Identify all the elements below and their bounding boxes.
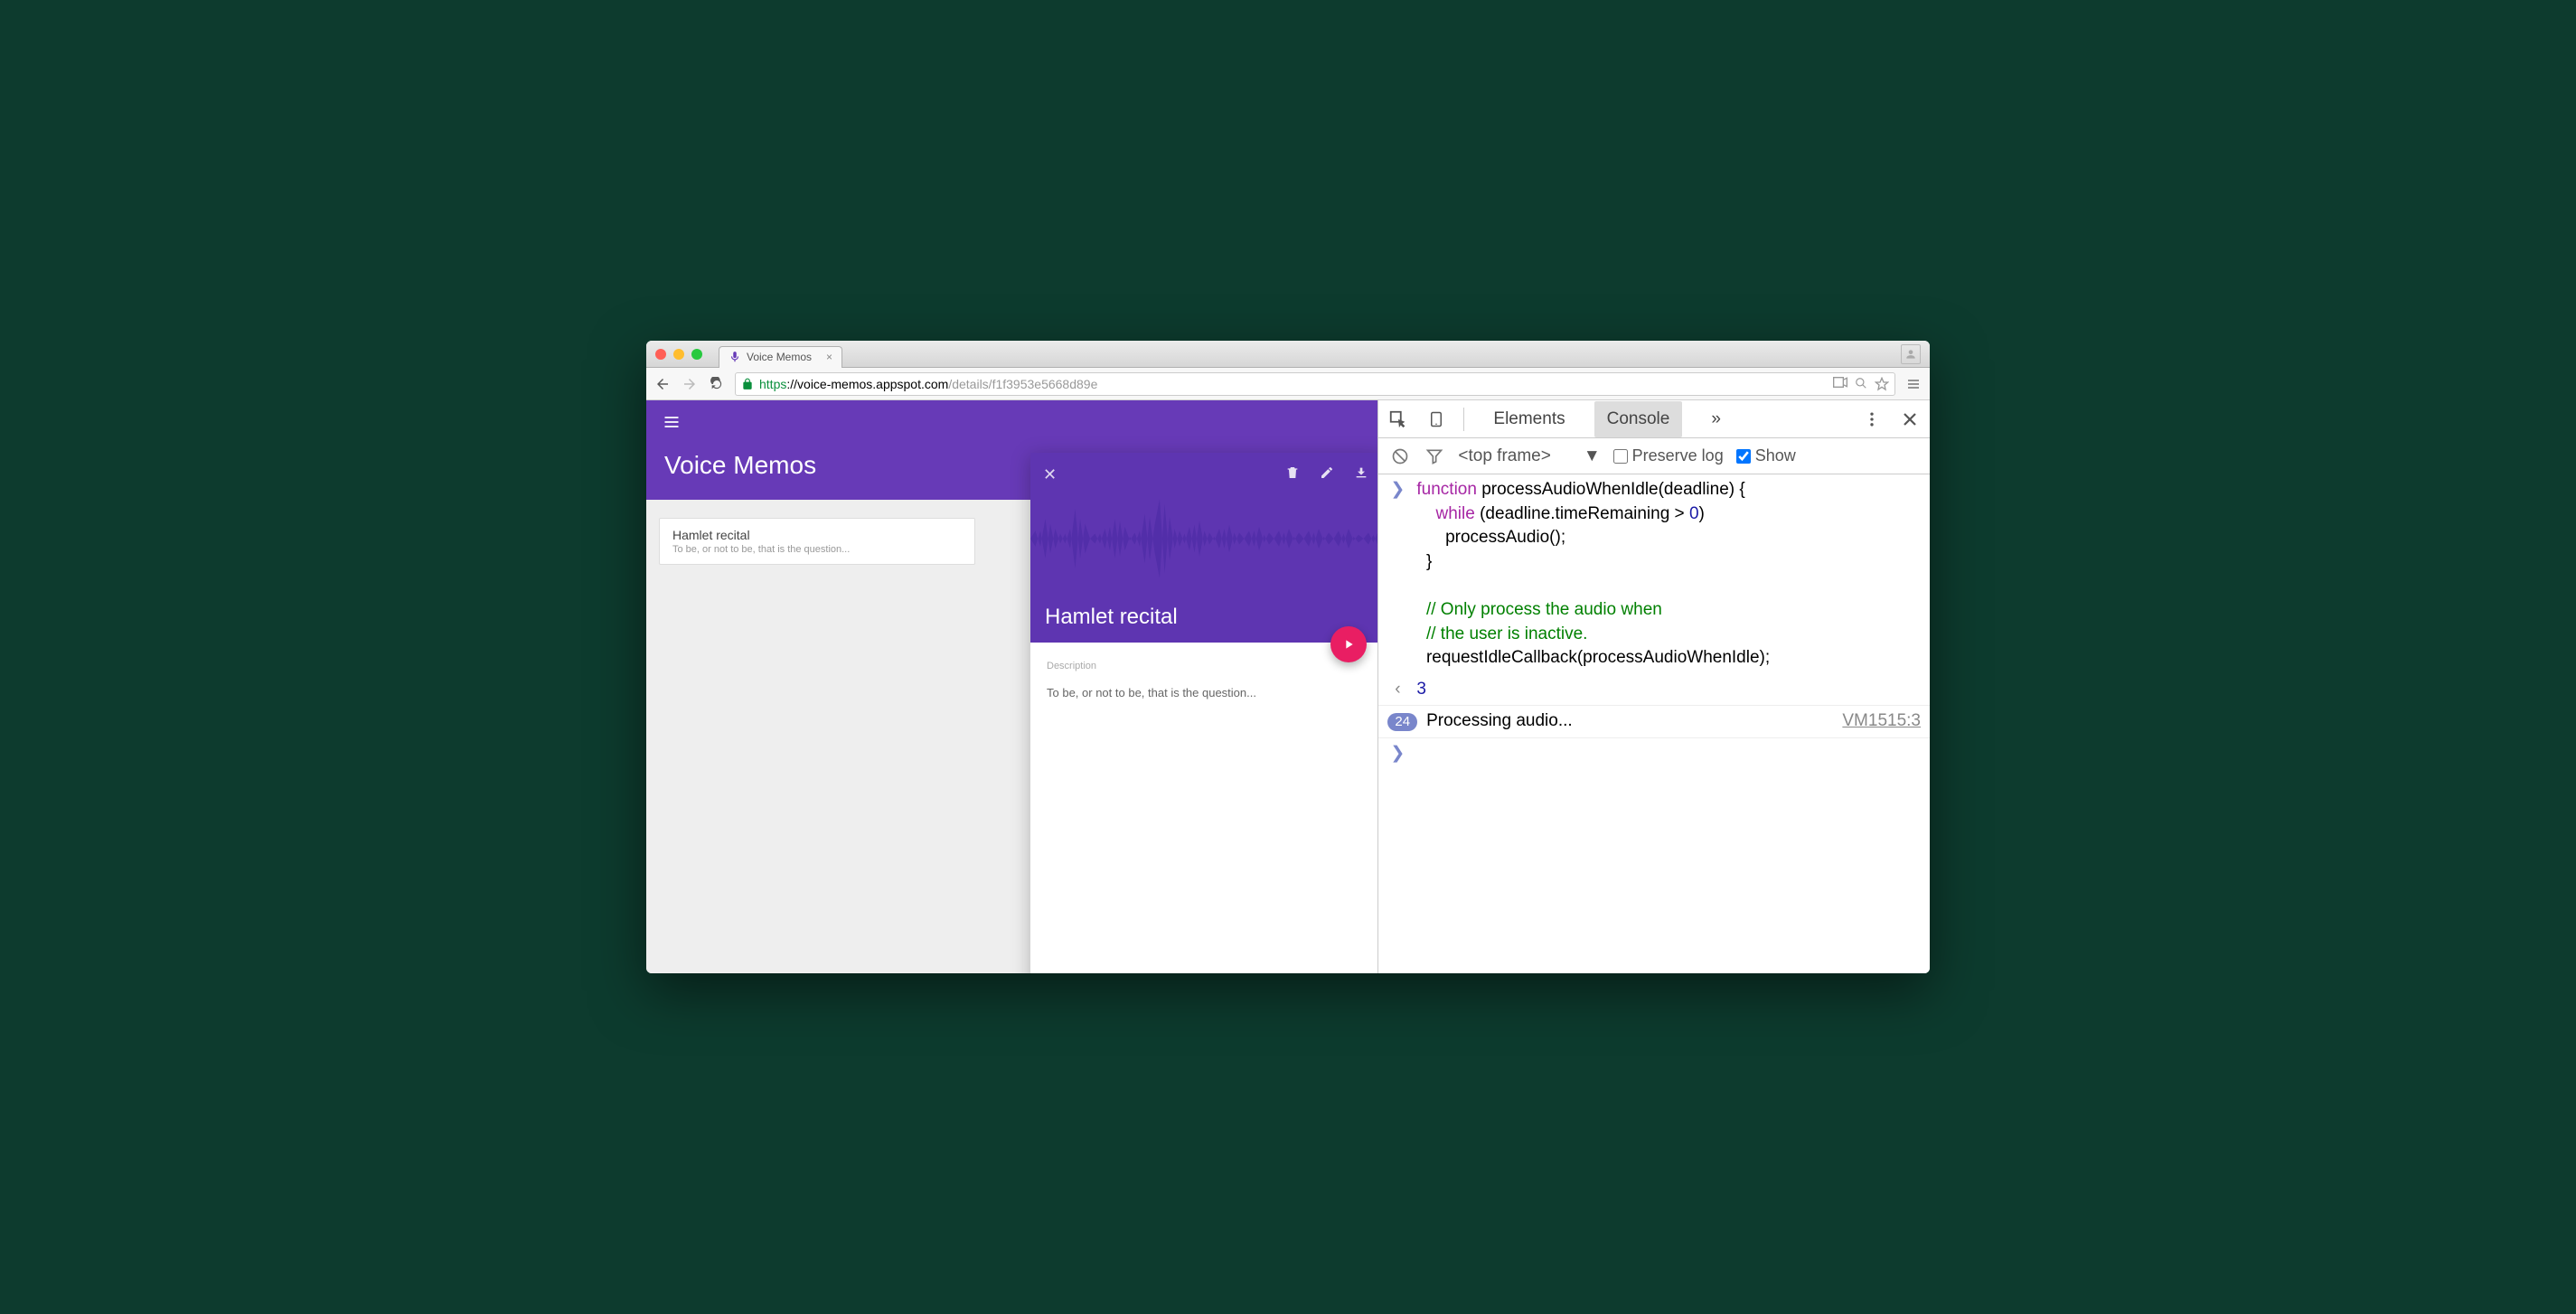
close-icon[interactable]: ✕ — [1043, 465, 1057, 483]
reload-button[interactable] — [708, 375, 726, 393]
devtools-panel: Elements Console » <top frame> ▼ Preserv… — [1377, 400, 1930, 973]
input-prompt-icon: ❯ — [1387, 742, 1407, 766]
menu-button[interactable] — [1904, 375, 1923, 393]
devtools-close-button[interactable] — [1899, 408, 1921, 430]
memo-list-item[interactable]: Hamlet recital To be, or not to be, that… — [659, 518, 975, 565]
tab-more[interactable]: » — [1698, 401, 1734, 437]
app-title: Voice Memos — [664, 451, 816, 480]
play-button[interactable] — [1330, 626, 1367, 662]
close-icon — [1902, 411, 1918, 427]
address-bar[interactable]: https://voice-memos.appspot.com/details/… — [735, 372, 1895, 396]
console-toolbar: <top frame> ▼ Preserve log Show — [1378, 438, 1930, 474]
no-entry-icon — [1391, 447, 1409, 465]
inspect-icon — [1388, 409, 1408, 429]
tab-title: Voice Memos — [747, 351, 812, 363]
play-icon — [1341, 637, 1356, 652]
tab-elements[interactable]: Elements — [1481, 401, 1577, 437]
profile-button[interactable] — [1901, 344, 1921, 364]
console-message: Processing audio... — [1426, 709, 1573, 734]
detail-title: Hamlet recital — [1045, 605, 1178, 630]
forward-button[interactable] — [681, 375, 699, 393]
filter-button[interactable] — [1424, 446, 1445, 467]
memo-detail-panel: ✕ Hamlet recital Descrip — [1030, 453, 1377, 973]
device-icon — [1428, 409, 1444, 429]
memo-list: Hamlet recital To be, or not to be, that… — [659, 518, 975, 565]
favicon-microphone-icon — [729, 351, 741, 363]
message-count-badge: 24 — [1387, 713, 1417, 731]
browser-toolbar: https://voice-memos.appspot.com/details/… — [646, 368, 1930, 400]
arrow-right-icon — [682, 376, 698, 392]
titlebar: Voice Memos × — [646, 341, 1930, 368]
memo-subtitle: To be, or not to be, that is the questio… — [672, 544, 962, 555]
clear-console-button[interactable] — [1389, 446, 1411, 467]
devtools-menu-button[interactable] — [1861, 408, 1883, 430]
kebab-icon — [1863, 410, 1881, 428]
delete-icon[interactable] — [1285, 465, 1300, 480]
description-text: To be, or not to be, that is the questio… — [1047, 686, 1367, 699]
console-input-code: function processAudioWhenIdle(deadline) … — [1416, 478, 1770, 671]
message-source-link[interactable]: VM1515:3 — [1842, 709, 1921, 734]
download-icon[interactable] — [1354, 465, 1368, 480]
hamburger-icon — [1906, 377, 1921, 391]
inspect-element-button[interactable] — [1387, 408, 1409, 430]
lock-icon — [741, 378, 754, 390]
edit-icon[interactable] — [1320, 465, 1334, 480]
url-text: https://voice-memos.appspot.com/details/… — [759, 377, 1097, 391]
menu-button[interactable] — [663, 413, 681, 436]
tab-close-icon[interactable]: × — [826, 351, 832, 363]
output-indicator-icon: ‹ — [1387, 678, 1407, 702]
camera-icon[interactable] — [1833, 377, 1847, 388]
hamburger-icon — [663, 413, 681, 431]
browser-window: Voice Memos × https://voice-memos.appspo… — [646, 341, 1930, 973]
window-controls — [655, 349, 702, 360]
waveform-icon — [1030, 489, 1377, 588]
detail-body: Description To be, or not to be, that is… — [1030, 643, 1377, 718]
input-prompt-icon: ❯ — [1387, 478, 1407, 671]
person-icon — [1904, 348, 1917, 361]
chevron-down-icon: ▼ — [1584, 446, 1601, 466]
content-area: Voice Memos Hamlet recital To be, or not… — [646, 400, 1930, 973]
description-label: Description — [1047, 661, 1367, 671]
star-icon[interactable] — [1875, 377, 1889, 391]
zoom-icon[interactable] — [1855, 377, 1867, 390]
back-button[interactable] — [653, 375, 672, 393]
maximize-window-button[interactable] — [691, 349, 702, 360]
arrow-left-icon — [654, 376, 671, 392]
detail-header: ✕ Hamlet recital — [1030, 453, 1377, 643]
minimize-window-button[interactable] — [673, 349, 684, 360]
preserve-log-checkbox[interactable]: Preserve log — [1613, 446, 1724, 465]
reload-icon — [710, 377, 724, 391]
devtools-tabs: Elements Console » — [1378, 400, 1930, 438]
console-return-value: 3 — [1416, 678, 1426, 702]
funnel-icon — [1425, 447, 1443, 465]
close-window-button[interactable] — [655, 349, 666, 360]
device-mode-button[interactable] — [1425, 408, 1447, 430]
show-checkbox[interactable]: Show — [1736, 446, 1796, 465]
console-output[interactable]: ❯ function processAudioWhenIdle(deadline… — [1378, 474, 1930, 973]
voice-memos-app: Voice Memos Hamlet recital To be, or not… — [646, 400, 1377, 973]
tab-console[interactable]: Console — [1594, 401, 1683, 437]
browser-tab[interactable]: Voice Memos × — [719, 346, 842, 368]
memo-title: Hamlet recital — [672, 528, 962, 542]
frame-selector[interactable]: <top frame> ▼ — [1458, 446, 1600, 466]
